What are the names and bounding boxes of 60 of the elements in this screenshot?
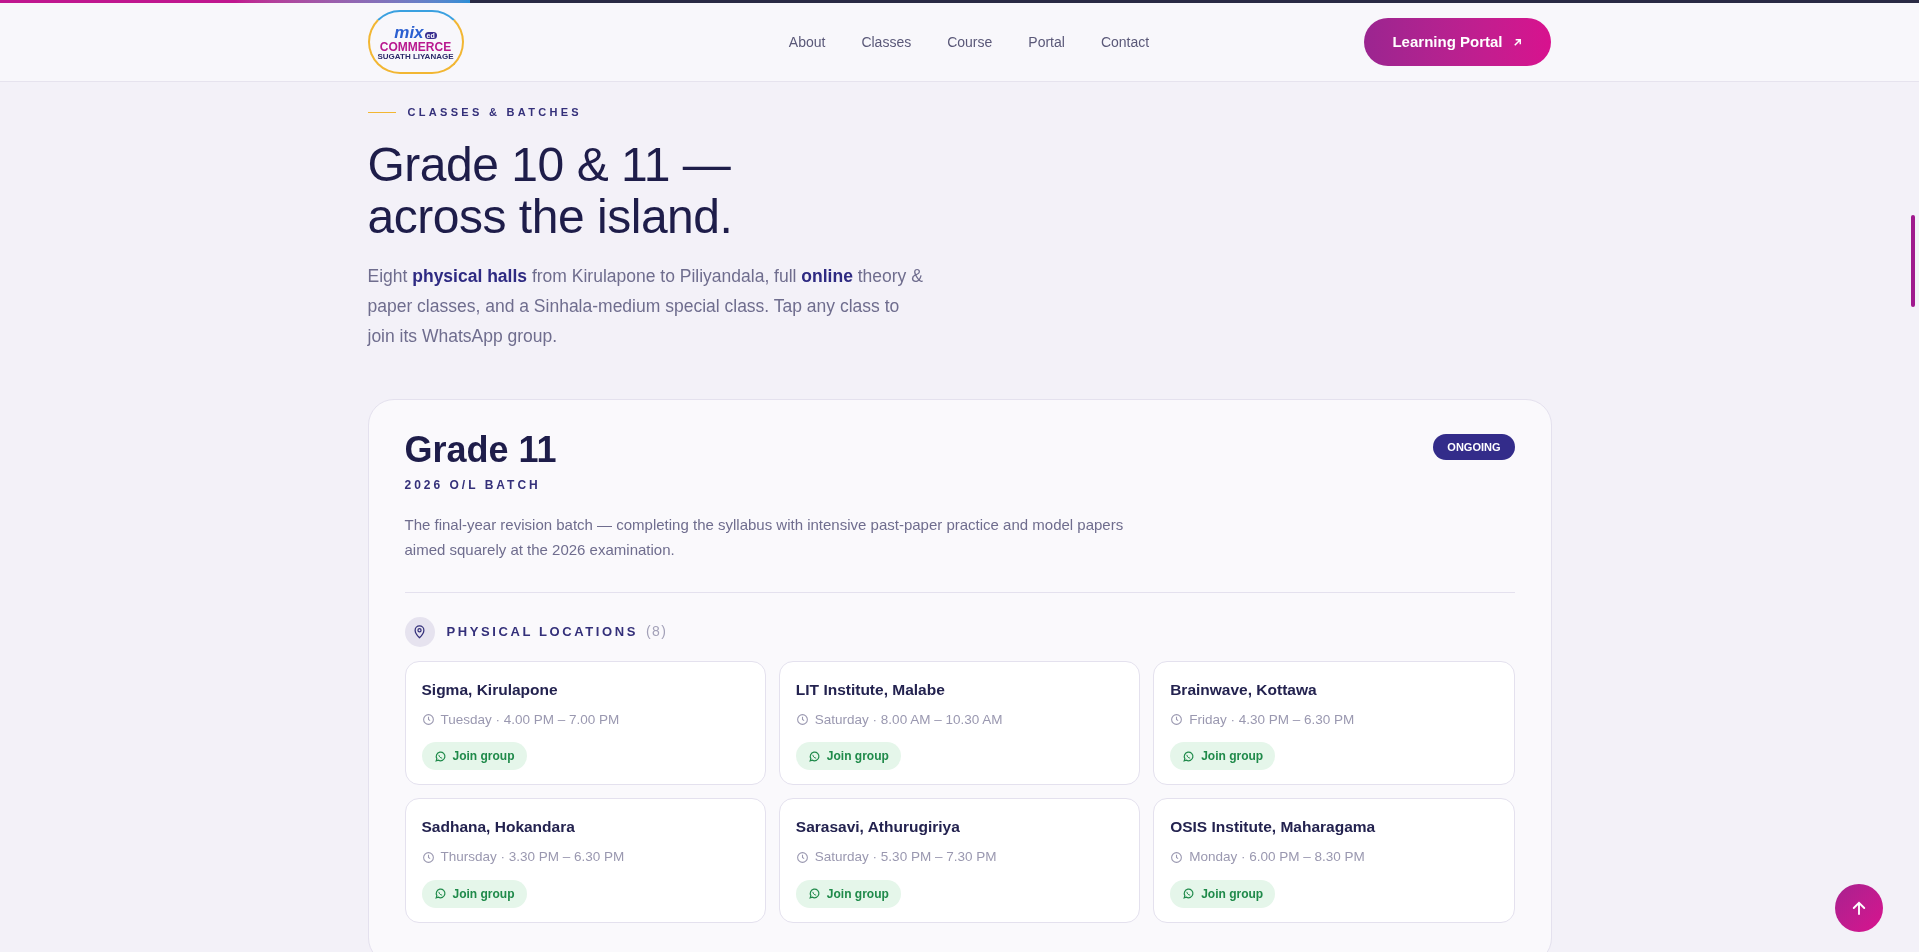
- nav-link[interactable]: Portal: [1028, 31, 1065, 53]
- logo-text: COMMERCE: [379, 40, 452, 53]
- clock-icon: [1170, 850, 1184, 864]
- location-name: OSIS Institute, Maharagama: [1170, 817, 1377, 837]
- clock-icon: [795, 850, 809, 864]
- nav-link[interactable]: Classes: [861, 31, 912, 53]
- external-arrow-icon: [1512, 36, 1524, 48]
- whatsapp-icon: [1182, 749, 1196, 763]
- clock-icon: [421, 850, 435, 864]
- logo-text: mix: [394, 23, 424, 41]
- join-group-button[interactable]: Join group: [795, 742, 901, 770]
- status-badge: ONGOING: [1433, 433, 1515, 460]
- whatsapp-icon: [807, 887, 821, 900]
- scrollbar-thumb[interactable]: [1911, 215, 1915, 307]
- class-schedule: Tuesday · 4.00 PM – 7.00 PM: [440, 710, 620, 729]
- batch-subtitle: 2026 O/L BATCH: [404, 476, 542, 494]
- locations-count: (8): [646, 622, 668, 641]
- location-card[interactable]: Sigma, Kirulapone Tuesday · 4.00 PM – 7.00 PM Join group: [404, 660, 766, 785]
- clock-icon: [1170, 713, 1184, 727]
- location-pin-icon: [404, 616, 435, 647]
- nav-link[interactable]: Course: [947, 31, 993, 53]
- arrow-up-icon: [1850, 899, 1868, 917]
- nav-link[interactable]: About: [788, 31, 826, 53]
- intro-paragraph: Eight physical halls from Kirulapone to Piliyandala, full online theory & paper classes, and a Sinhala-medium special class. Tap any class to join its WhatsApp group.: [367, 264, 924, 348]
- class-schedule: Monday · 6.00 PM – 8.30 PM: [1189, 848, 1365, 867]
- location-card[interactable]: LIT Institute, Malabe Saturday · 8.00 AM – 10.30 AM Join group: [778, 660, 1141, 785]
- class-schedule: Saturday · 8.00 AM – 10.30 AM: [814, 710, 1003, 729]
- class-schedule: Saturday · 5.30 PM – 7.30 PM: [814, 848, 997, 867]
- logo-subtitle: SUGATH LIYANAGE: [377, 52, 454, 61]
- location-name: Sarasavi, Athurugiriya: [795, 817, 961, 837]
- location-name: Sigma, Kirulapone: [421, 679, 559, 700]
- clock-icon: [421, 713, 435, 727]
- location-card[interactable]: Brainwave, Kottawa Friday · 4.30 PM – 6.30 PM Join group: [1153, 660, 1515, 785]
- page-heading: across the island.: [367, 190, 733, 243]
- whatsapp-icon: [1182, 887, 1196, 900]
- location-card[interactable]: Sarasavi, Athurugiriya Saturday · 5.30 PM – 7.30 PM Join group: [778, 798, 1141, 923]
- location-card[interactable]: Sadhana, Hokandara Thursday · 3.30 PM – 6.30 PM Join group: [404, 798, 766, 923]
- back-to-top-button[interactable]: [1835, 884, 1883, 932]
- page-heading: Grade 10 & 11 —: [367, 138, 731, 191]
- location-name: LIT Institute, Malabe: [795, 679, 946, 700]
- join-group-button[interactable]: Join group: [1170, 742, 1276, 770]
- join-group-button[interactable]: Join group: [421, 742, 527, 770]
- batch-description: The final-year revision batch — completing the syllabus with intensive past-paper practice and model papers aimed squarely at the 2026 examination.: [404, 514, 1125, 560]
- whatsapp-icon: [433, 749, 447, 763]
- join-group-button[interactable]: Join group: [795, 879, 901, 908]
- section-eyebrow: CLASSES & BATCHES: [407, 105, 582, 120]
- location-name: Sadhana, Hokandara: [421, 817, 576, 837]
- class-schedule: Friday · 4.30 PM – 6.30 PM: [1189, 710, 1355, 729]
- join-group-button[interactable]: Join group: [421, 879, 527, 908]
- learning-portal-button[interactable]: Learning Portal: [1364, 18, 1552, 66]
- nav-link[interactable]: Contact: [1100, 31, 1150, 53]
- clock-icon: [795, 713, 809, 727]
- join-group-button[interactable]: Join group: [1170, 879, 1276, 908]
- batch-title: Grade 11: [404, 427, 557, 472]
- locations-heading: PHYSICAL LOCATIONS: [446, 622, 638, 641]
- whatsapp-icon: [807, 749, 821, 763]
- whatsapp-icon: [433, 887, 447, 900]
- class-schedule: Thursday · 3.30 PM – 6.30 PM: [440, 848, 625, 867]
- location-card[interactable]: OSIS Institute, Maharagama Monday · 6.00 PM – 8.30 PM Join group: [1153, 798, 1515, 923]
- location-name: Brainwave, Kottawa: [1170, 679, 1318, 700]
